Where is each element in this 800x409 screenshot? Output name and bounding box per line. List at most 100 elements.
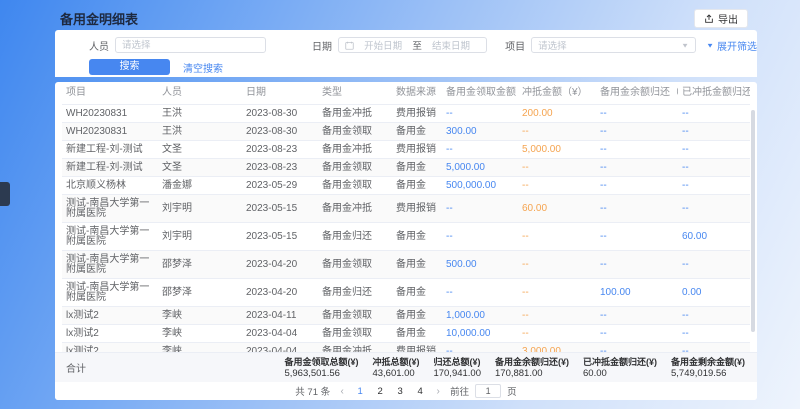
column-header: 项目 [62, 82, 158, 105]
cell-offset: -- [518, 251, 596, 279]
cell-received: 10,000.00 [442, 325, 518, 343]
cell-offset: -- [518, 307, 596, 325]
cell-received: 500.00 [442, 251, 518, 279]
table-row[interactable]: 测试-南昌大学第一附属医院邵梦泽2023-04-20备用金领取备用金500.00… [62, 251, 750, 279]
cell-balance_return: -- [596, 251, 678, 279]
next-page-icon[interactable]: › [432, 386, 444, 397]
cell-source: 备用金 [392, 223, 442, 251]
expand-filter-label: 展开筛选 [717, 38, 757, 53]
column-header: 备用金余额归还（¥） [596, 82, 678, 105]
table-row[interactable]: 测试-南昌大学第一附属医院刘宇明2023-05-15备用金归还备用金------… [62, 223, 750, 251]
summary-total-label: 合计 [66, 360, 86, 375]
cell-project: 测试-南昌大学第一附属医院 [62, 251, 158, 279]
table-body-viewport: WH20230831王洪2023-08-30备用金冲抵费用报销--200.00-… [55, 105, 757, 352]
table-row[interactable]: WH20230831王洪2023-08-30备用金冲抵费用报销--200.00-… [62, 105, 750, 123]
page-button-3[interactable]: 3 [394, 386, 406, 397]
summary-item-label: 冲抵总额(¥) [372, 357, 419, 368]
table-row[interactable]: 北京顺义杨林潘金娜2023-05-29备用金领取备用金500,000.00---… [62, 177, 750, 195]
project-filter-placeholder: 请选择 [538, 38, 567, 52]
column-header: 日期 [242, 82, 318, 105]
summary-item: 归还总额(¥)170,941.00 [433, 357, 481, 379]
summary-item-label: 已冲抵金额归还(¥) [583, 357, 657, 368]
cell-balance_return: -- [596, 123, 678, 141]
summary-item-label: 备用金余额归还(¥) [495, 357, 569, 368]
cell-offset_return: -- [678, 141, 750, 159]
cell-date: 2023-08-30 [242, 105, 318, 123]
cell-balance_return: -- [596, 177, 678, 195]
project-filter-select[interactable]: 请选择 ▼ [531, 37, 696, 53]
cell-balance_return: -- [596, 325, 678, 343]
cell-person: 邵梦泽 [158, 279, 242, 307]
cell-offset_return: 0.00 [678, 279, 750, 307]
cell-type: 备用金领取 [318, 159, 392, 177]
expand-filter-link[interactable]: ▼ 展开筛选 [706, 38, 757, 53]
cell-project: lx测试2 [62, 307, 158, 325]
cell-received: -- [442, 279, 518, 307]
cell-project: lx测试2 [62, 343, 158, 353]
cell-project: 北京顺义杨林 [62, 177, 158, 195]
page-button-4[interactable]: 4 [414, 386, 426, 397]
table-row[interactable]: lx测试2李峡2023-04-04备用金领取备用金10,000.00------ [62, 325, 750, 343]
date-range-picker[interactable]: 开始日期 至 结束日期 [338, 37, 487, 53]
column-header: 冲抵金额（¥） [518, 82, 596, 105]
search-button[interactable]: 搜索 [89, 59, 170, 75]
cell-offset: -- [518, 325, 596, 343]
cell-offset_return: -- [678, 195, 750, 223]
cell-source: 备用金 [392, 307, 442, 325]
cell-offset_return: -- [678, 307, 750, 325]
cell-offset_return: -- [678, 159, 750, 177]
cell-offset: 60.00 [518, 195, 596, 223]
cell-person: 邵梦泽 [158, 251, 242, 279]
cell-person: 潘金娜 [158, 177, 242, 195]
table-row[interactable]: 新建工程-刘-测试文圣2023-08-23备用金冲抵费用报销--5,000.00… [62, 141, 750, 159]
cell-type: 备用金冲抵 [318, 343, 392, 353]
side-drawer-handle[interactable] [0, 182, 10, 206]
cell-person: 文圣 [158, 141, 242, 159]
data-table-panel: 项目人员日期类型数据来源备用金领取金额（¥）冲抵金额（¥）备用金余额归还（¥）已… [55, 82, 757, 400]
vertical-scrollbar[interactable] [751, 110, 755, 332]
cell-received: -- [442, 343, 518, 353]
cell-received: 1,000.00 [442, 307, 518, 325]
cell-source: 备用金 [392, 279, 442, 307]
goto-page-input[interactable] [475, 384, 501, 398]
cell-person: 李峡 [158, 343, 242, 353]
person-filter-input[interactable] [115, 37, 266, 53]
cell-offset_return: -- [678, 105, 750, 123]
person-filter-label: 人员 [89, 38, 109, 53]
summary-item-label: 备用金领取总额(¥) [284, 357, 358, 368]
cell-balance_return: -- [596, 343, 678, 353]
pagination-total: 共 71 条 [295, 384, 330, 398]
summary-item-value: 5,963,501.56 [284, 368, 358, 379]
table-row[interactable]: WH20230831王洪2023-08-30备用金领取备用金300.00----… [62, 123, 750, 141]
cell-offset_return: 60.00 [678, 223, 750, 251]
cell-source: 备用金 [392, 159, 442, 177]
date-start-placeholder[interactable]: 开始日期 [354, 38, 412, 52]
cell-type: 备用金冲抵 [318, 141, 392, 159]
cell-balance_return: -- [596, 195, 678, 223]
page-button-1[interactable]: 1 [354, 386, 366, 397]
cell-date: 2023-04-04 [242, 325, 318, 343]
table-row[interactable]: 新建工程-刘-测试文圣2023-08-23备用金领取备用金5,000.00---… [62, 159, 750, 177]
cell-balance_return: -- [596, 159, 678, 177]
column-header: 已冲抵金额归还（¥） [678, 82, 750, 105]
cell-person: 刘宇明 [158, 195, 242, 223]
export-button[interactable]: 导出 [694, 9, 748, 28]
page-button-2[interactable]: 2 [374, 386, 386, 397]
cell-balance_return: -- [596, 307, 678, 325]
cell-received: 5,000.00 [442, 159, 518, 177]
clear-search-link[interactable]: 清空搜索 [183, 60, 223, 75]
prev-page-icon[interactable]: ‹ [336, 386, 348, 397]
cell-offset: -- [518, 279, 596, 307]
table-row[interactable]: 测试-南昌大学第一附属医院邵梦泽2023-04-20备用金归还备用金----10… [62, 279, 750, 307]
cell-offset: 200.00 [518, 105, 596, 123]
cell-source: 费用报销 [392, 343, 442, 353]
table-row[interactable]: lx测试2李峡2023-04-04备用金冲抵费用报销--3,000.00---- [62, 343, 750, 353]
table-row[interactable]: lx测试2李峡2023-04-11备用金领取备用金1,000.00------ [62, 307, 750, 325]
table-header-row: 项目人员日期类型数据来源备用金领取金额（¥）冲抵金额（¥）备用金余额归还（¥）已… [62, 82, 750, 105]
cell-person: 王洪 [158, 123, 242, 141]
table-row[interactable]: 测试-南昌大学第一附属医院刘宇明2023-05-15备用金冲抵费用报销--60.… [62, 195, 750, 223]
cell-date: 2023-04-20 [242, 251, 318, 279]
cell-offset_return: -- [678, 343, 750, 353]
cell-received: 500,000.00 [442, 177, 518, 195]
date-end-placeholder[interactable]: 结束日期 [422, 38, 480, 52]
